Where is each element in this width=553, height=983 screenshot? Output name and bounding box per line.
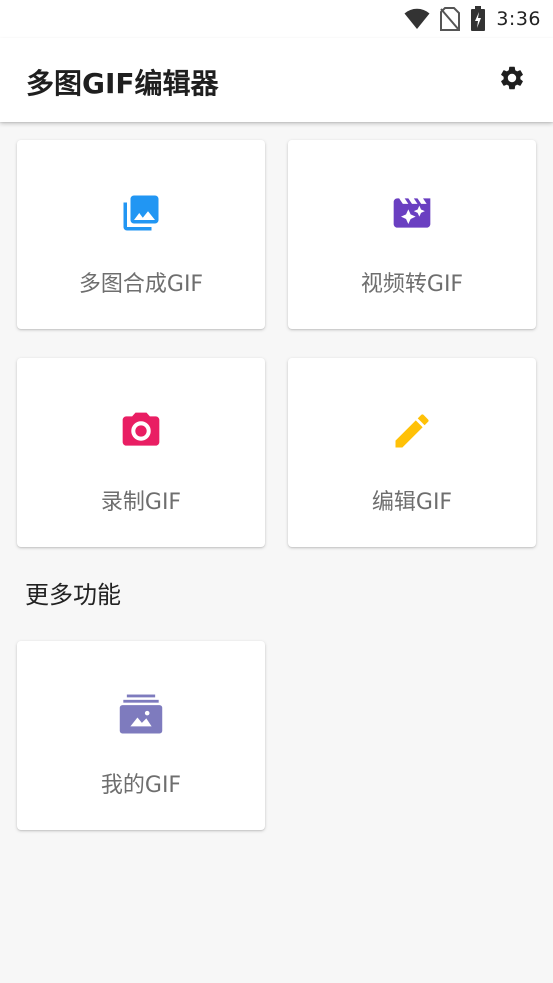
- status-bar: 3:36: [0, 0, 553, 38]
- photo-library-icon: [118, 190, 164, 236]
- card-record-gif[interactable]: 录制GIF: [17, 358, 265, 547]
- card-label: 编辑GIF: [371, 490, 453, 515]
- movie-filter-icon: [389, 190, 435, 236]
- card-multi-image-to-gif[interactable]: 多图合成GIF: [17, 140, 265, 329]
- battery-charging-icon: [470, 6, 486, 32]
- card-label: 录制GIF: [100, 490, 182, 515]
- section-title-more-features: 更多功能: [25, 581, 121, 609]
- card-label: 视频转GIF: [360, 272, 464, 297]
- card-my-gif[interactable]: 我的GIF: [17, 641, 265, 830]
- settings-button[interactable]: [497, 65, 527, 95]
- wifi-icon: [404, 8, 430, 30]
- card-label: 多图合成GIF: [78, 272, 204, 297]
- card-video-to-gif[interactable]: 视频转GIF: [288, 140, 536, 329]
- status-icons: 3:36: [404, 6, 541, 32]
- card-edit-gif[interactable]: 编辑GIF: [288, 358, 536, 547]
- camera-icon: [118, 408, 164, 454]
- photo-album-icon: [118, 691, 164, 737]
- status-time: 3:36: [496, 8, 541, 30]
- gear-icon: [498, 64, 526, 96]
- pencil-icon: [389, 408, 435, 454]
- app-title: 多图GIF编辑器: [26, 67, 219, 100]
- app-bar: 多图GIF编辑器: [0, 38, 553, 122]
- no-sim-icon: [440, 7, 461, 31]
- card-label: 我的GIF: [100, 773, 182, 798]
